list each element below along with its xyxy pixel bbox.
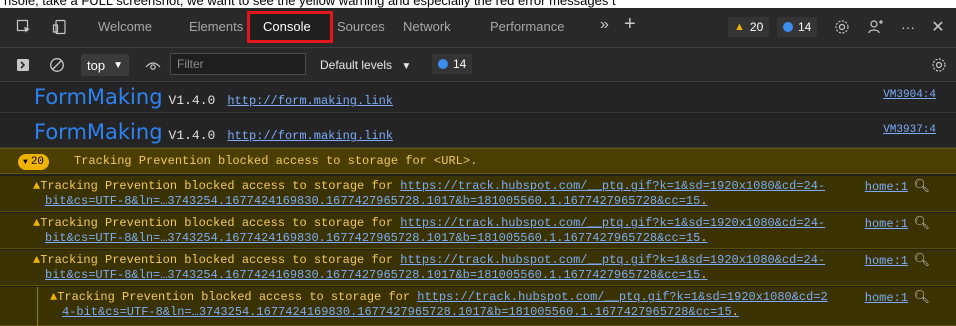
- sidebar-toggle-icon[interactable]: [14, 56, 32, 74]
- warning-suffix: .: [700, 268, 708, 282]
- warning-suffix: .: [700, 194, 708, 208]
- warning-row: ▲Tracking Prevention blocked access to s…: [0, 287, 956, 326]
- console-log-row: FormMaking V1.4.0 http://form.making.link …: [0, 83, 956, 113]
- warning-row: ▲Tracking Prevention blocked access to s…: [0, 250, 956, 286]
- tab-performance[interactable]: Performance: [490, 19, 564, 34]
- devtools-tab-bar: Welcome Elements Console Sources Network…: [0, 8, 956, 48]
- settings-gear-icon[interactable]: [832, 17, 852, 37]
- clear-console-icon[interactable]: [48, 56, 66, 74]
- warning-count: 20: [749, 20, 764, 34]
- device-emulation-icon[interactable]: [50, 17, 70, 37]
- default-levels-dropdown[interactable]: Default levels ▼: [320, 58, 411, 72]
- group-indent-guide: [37, 287, 38, 326]
- log-source-link[interactable]: VM3904:4: [883, 89, 936, 101]
- log-version: V1.4.0: [168, 128, 216, 143]
- warning-url-part2[interactable]: bit&cs=UTF-8&ln=…3743254.1677424169830.1…: [45, 194, 700, 208]
- warning-group-header[interactable]: ▼ 20 Tracking Prevention blocked access …: [0, 148, 956, 174]
- warning-message: ▲Tracking Prevention blocked access to s…: [33, 179, 825, 193]
- warning-url[interactable]: https://track.hubspot.com/__ptq.gif?k=1&…: [417, 290, 827, 304]
- log-title: FormMaking: [34, 85, 163, 109]
- tab-console[interactable]: Console: [263, 19, 311, 34]
- log-message: FormMaking V1.4.0 http://form.making.link: [34, 85, 393, 109]
- feedback-icon[interactable]: [866, 17, 886, 37]
- chevron-down-icon: ▼: [401, 61, 412, 72]
- search-icon[interactable]: 🔍︎: [913, 215, 930, 231]
- warning-prefix: Tracking Prevention blocked access to st…: [40, 216, 401, 230]
- warning-prefix: Tracking Prevention blocked access to st…: [57, 290, 418, 304]
- search-icon[interactable]: 🔍︎: [913, 178, 930, 194]
- warning-prefix: Tracking Prevention blocked access to st…: [40, 253, 401, 267]
- log-title: FormMaking: [34, 120, 163, 144]
- log-message: FormMaking V1.4.0 http://form.making.link: [34, 120, 393, 144]
- caption-text: nsole, take a FULL screenshot, we want t…: [4, 0, 616, 8]
- warning-source-link[interactable]: home:1: [865, 217, 908, 231]
- warning-url-part2[interactable]: bit&cs=UTF-8&ln=…3743254.1677424169830.1…: [45, 268, 700, 282]
- warning-url[interactable]: https://track.hubspot.com/__ptq.gif?k=1&…: [400, 253, 825, 267]
- context-selector[interactable]: top ▼: [81, 54, 129, 76]
- warning-url-continued[interactable]: bit&cs=UTF-8&ln=…3743254.1677424169830.1…: [45, 268, 708, 282]
- warning-prefix: Tracking Prevention blocked access to st…: [40, 179, 401, 193]
- tab-elements[interactable]: Elements: [189, 19, 243, 34]
- chevron-down-icon: ▼: [113, 59, 123, 71]
- tab-sources[interactable]: Sources: [337, 19, 385, 34]
- levels-info-badge[interactable]: 14: [432, 54, 473, 74]
- warning-group-count: 20: [30, 156, 45, 168]
- warning-group-badge: ▼ 20: [18, 154, 50, 170]
- close-icon[interactable]: ✕: [928, 17, 948, 37]
- warning-url-continued[interactable]: bit&cs=UTF-8&ln=…3743254.1677424169830.1…: [45, 194, 708, 208]
- console-filter-bar: top ▼ Default levels ▼ 14: [0, 48, 956, 82]
- warning-url-continued[interactable]: 4-bit&cs=UTF-8&ln=…3743254.1677424169830…: [62, 305, 739, 319]
- inspect-element-icon[interactable]: [14, 17, 34, 37]
- warning-count-badge[interactable]: ▲ 20: [728, 17, 770, 37]
- more-menu-icon[interactable]: ···: [898, 17, 918, 37]
- info-icon: [783, 22, 793, 32]
- warning-source-link[interactable]: home:1: [865, 180, 908, 194]
- warning-url-part2[interactable]: bit&cs=UTF-8&ln=…3743254.1677424169830.1…: [45, 231, 700, 245]
- warning-url-part2[interactable]: 4-bit&cs=UTF-8&ln=…3743254.1677424169830…: [62, 305, 732, 319]
- log-link[interactable]: http://form.making.link: [227, 94, 393, 108]
- warning-icon: ▲: [734, 21, 745, 33]
- warning-row: ▲Tracking Prevention blocked access to s…: [0, 176, 956, 212]
- info-count-badge[interactable]: 14: [777, 17, 818, 37]
- warning-source-link[interactable]: home:1: [865, 254, 908, 268]
- warning-suffix: .: [731, 305, 739, 319]
- warning-group-message: Tracking Prevention blocked access to st…: [74, 154, 478, 168]
- add-tab-icon[interactable]: +: [624, 13, 636, 36]
- live-expression-eye-icon[interactable]: [144, 56, 162, 74]
- tab-welcome[interactable]: Welcome: [98, 19, 152, 34]
- warning-message: ▲Tracking Prevention blocked access to s…: [33, 253, 825, 267]
- chevron-down-icon: ▼: [23, 157, 28, 167]
- warning-url[interactable]: https://track.hubspot.com/__ptq.gif?k=1&…: [400, 179, 825, 193]
- search-icon[interactable]: 🔍︎: [913, 252, 930, 268]
- search-icon[interactable]: 🔍︎: [913, 289, 930, 305]
- warning-source-link[interactable]: home:1: [865, 291, 908, 305]
- log-version: V1.4.0: [168, 93, 216, 108]
- console-settings-gear-icon[interactable]: [930, 56, 948, 74]
- levels-info-count: 14: [453, 57, 467, 71]
- warning-url-continued[interactable]: bit&cs=UTF-8&ln=…3743254.1677424169830.1…: [45, 231, 708, 245]
- warning-suffix: .: [700, 231, 708, 245]
- info-count: 14: [798, 20, 812, 34]
- warning-message: ▲Tracking Prevention blocked access to s…: [50, 290, 828, 304]
- levels-label: Default levels: [320, 58, 393, 72]
- context-label: top: [87, 57, 106, 73]
- log-source-link[interactable]: VM3937:4: [883, 124, 936, 136]
- warning-row: ▲Tracking Prevention blocked access to s…: [0, 213, 956, 249]
- console-log-row: FormMaking V1.4.0 http://form.making.link …: [0, 118, 956, 148]
- filter-input[interactable]: [170, 53, 306, 75]
- more-tabs-icon[interactable]: »: [600, 16, 609, 34]
- tab-network[interactable]: Network: [403, 19, 451, 34]
- info-icon: [438, 59, 448, 69]
- page-caption: nsole, take a FULL screenshot, we want t…: [0, 0, 956, 8]
- warning-message: ▲Tracking Prevention blocked access to s…: [33, 216, 825, 230]
- log-link[interactable]: http://form.making.link: [227, 129, 393, 143]
- warning-url[interactable]: https://track.hubspot.com/__ptq.gif?k=1&…: [400, 216, 825, 230]
